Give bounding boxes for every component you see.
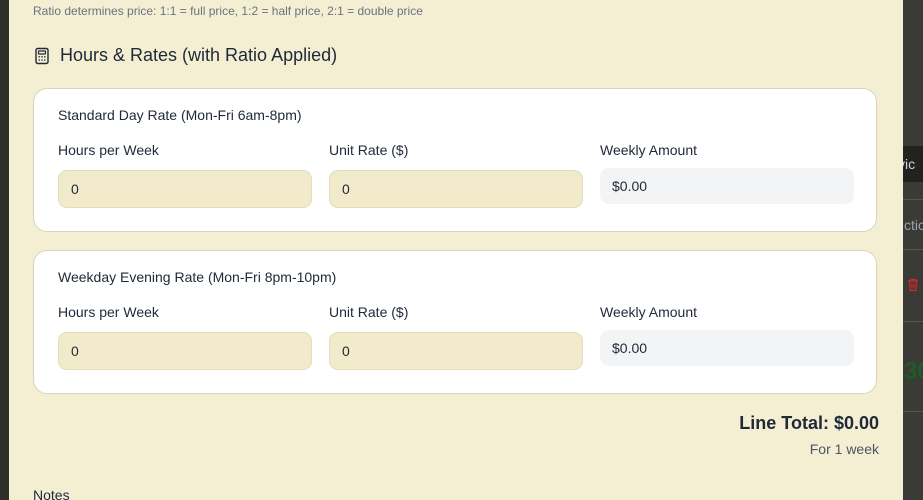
- calculator-icon: [35, 47, 49, 64]
- ratio-hint: Ratio determines price: 1:1 = full price…: [33, 4, 423, 18]
- weekly-amount-label: Weekly Amount: [600, 304, 698, 320]
- notes-label: Notes: [33, 487, 70, 500]
- background-total-value: 30: [904, 358, 923, 385]
- background-column-header: ctic: [904, 217, 923, 233]
- hours-per-week-label: Hours per Week: [58, 304, 159, 320]
- weekday-evening-rate-card: Weekday Evening Rate (Mon-Fri 8pm-10pm) …: [33, 250, 877, 394]
- hours-per-week-label: Hours per Week: [58, 142, 159, 158]
- line-total-duration: For 1 week: [809, 441, 879, 457]
- section-title-text: Hours & Rates (with Ratio Applied): [60, 45, 338, 65]
- unit-rate-input[interactable]: [329, 332, 583, 370]
- unit-rate-label: Unit Rate ($): [329, 304, 409, 320]
- hours-per-week-input[interactable]: [58, 170, 312, 208]
- line-total: Line Total: $0.00: [739, 413, 879, 433]
- rate-card-title: Weekday Evening Rate (Mon-Fri 8pm-10pm): [58, 269, 337, 285]
- weekly-amount-value: $0.00: [600, 168, 854, 204]
- weekly-amount-value: $0.00: [600, 330, 854, 366]
- weekly-amount-label: Weekly Amount: [600, 142, 698, 158]
- standard-day-rate-card: Standard Day Rate (Mon-Fri 6am-8pm) Hour…: [33, 88, 877, 232]
- trash-icon[interactable]: [907, 278, 919, 292]
- hours-rates-heading: Hours & Rates (with Ratio Applied): [33, 45, 337, 66]
- rates-modal: Ratio determines price: 1:1 = full price…: [9, 0, 903, 500]
- unit-rate-input[interactable]: [329, 170, 583, 208]
- hours-per-week-input[interactable]: [58, 332, 312, 370]
- unit-rate-label: Unit Rate ($): [329, 142, 409, 158]
- rate-card-title: Standard Day Rate (Mon-Fri 6am-8pm): [58, 107, 302, 123]
